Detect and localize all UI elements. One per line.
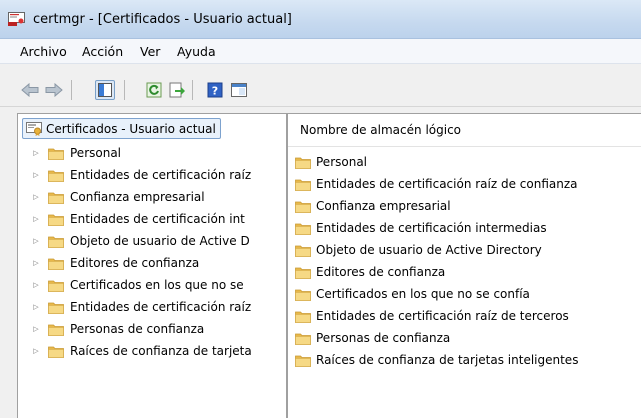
- properties-pane-icon[interactable]: [229, 80, 249, 100]
- tree-item[interactable]: ▷ Objeto de usuario de Active D: [18, 231, 286, 251]
- list-item-label: Personal: [316, 155, 368, 169]
- tree-item-label: Editores de confianza: [70, 256, 200, 270]
- list-item-label: Personas de confianza: [316, 331, 451, 345]
- toolbar-separator: [124, 80, 125, 100]
- menu-archivo[interactable]: Archivo: [20, 44, 67, 59]
- details-list: Nombre de almacén lógico Personal Entida…: [287, 113, 641, 418]
- tree-item-label: Entidades de certificación raíz: [70, 168, 252, 182]
- list-item[interactable]: Entidades de certificación raíz de confi…: [295, 174, 578, 194]
- tree-item[interactable]: ▷ Certificados en los que no se: [18, 275, 286, 295]
- toolbar-separator: [192, 80, 193, 100]
- list-item-label: Entidades de certificación raíz de terce…: [316, 309, 569, 323]
- tree-item[interactable]: ▷ Confianza empresarial: [18, 187, 286, 207]
- tree-item-label: Entidades de certificación raíz: [70, 300, 252, 314]
- tree-item-label: Personal: [70, 146, 122, 160]
- expand-arrow-icon[interactable]: ▷: [32, 237, 40, 245]
- folder-icon: [295, 288, 311, 301]
- menu-ayuda[interactable]: Ayuda: [177, 44, 216, 59]
- list-item[interactable]: Editores de confianza: [295, 262, 445, 282]
- list-item[interactable]: Entidades de certificación raíz de terce…: [295, 306, 569, 326]
- expand-arrow-icon[interactable]: ▷: [32, 303, 40, 311]
- list-item[interactable]: Raíces de confianza de tarjetas intelige…: [295, 350, 578, 370]
- tree-item-label: Personas de confianza: [70, 322, 205, 336]
- folder-icon: [48, 257, 64, 270]
- svg-text:?: ?: [212, 85, 218, 98]
- tree-item[interactable]: ▷ Editores de confianza: [18, 253, 286, 273]
- folder-icon: [48, 323, 64, 336]
- window-title: certmgr - [Certificados - Usuario actual…: [33, 12, 292, 27]
- list-item[interactable]: Personal: [295, 152, 367, 172]
- title-bar: certmgr - [Certificados - Usuario actual…: [0, 0, 641, 39]
- forward-arrow-icon[interactable]: [44, 80, 64, 100]
- expand-arrow-icon[interactable]: ▷: [32, 215, 40, 223]
- back-arrow-icon[interactable]: [20, 80, 40, 100]
- list-item-label: Entidades de certificación raíz de confi…: [316, 177, 578, 191]
- tree-item[interactable]: ▷ Personas de confianza: [18, 319, 286, 339]
- folder-icon: [48, 279, 64, 292]
- folder-icon: [295, 178, 311, 191]
- tree-root-label: Certificados - Usuario actual: [46, 121, 216, 136]
- help-icon[interactable]: ?: [205, 80, 225, 100]
- expand-arrow-icon[interactable]: ▷: [32, 325, 40, 333]
- toolbar: ?: [0, 64, 641, 107]
- tree-item[interactable]: ▷ Entidades de certificación int: [18, 209, 286, 229]
- tree-item[interactable]: ▷ Entidades de certificación raíz: [18, 297, 286, 317]
- expand-arrow-icon[interactable]: ▷: [32, 149, 40, 157]
- folder-icon: [295, 244, 311, 257]
- folder-icon: [48, 169, 64, 182]
- folder-icon: [48, 191, 64, 204]
- menu-bar: Archivo Acción Ver Ayuda: [0, 39, 641, 64]
- folder-icon: [295, 222, 311, 235]
- certificate-manager-icon: [8, 12, 25, 26]
- column-header-label: Nombre de almacén lógico: [300, 123, 462, 137]
- list-item[interactable]: Confianza empresarial: [295, 196, 451, 216]
- export-list-icon[interactable]: [167, 80, 187, 100]
- expand-arrow-icon[interactable]: ▷: [32, 171, 40, 179]
- folder-icon: [295, 354, 311, 367]
- console-tree: Certificados - Usuario actual ▷ Personal…: [17, 113, 287, 418]
- folder-icon: [48, 235, 64, 248]
- tree-item-label: Entidades de certificación int: [70, 212, 245, 226]
- show-hide-tree-icon[interactable]: [95, 80, 115, 100]
- expand-arrow-icon[interactable]: ▷: [32, 347, 40, 355]
- folder-icon: [48, 213, 64, 226]
- folder-icon: [48, 147, 64, 160]
- column-header[interactable]: Nombre de almacén lógico: [288, 114, 641, 147]
- tree-item[interactable]: ▷ Entidades de certificación raíz: [18, 165, 286, 185]
- list-item-label: Objeto de usuario de Active Directory: [316, 243, 542, 257]
- toolbar-separator: [71, 80, 72, 100]
- expand-arrow-icon[interactable]: ▷: [32, 259, 40, 267]
- tree-item-label: Confianza empresarial: [70, 190, 205, 204]
- list-item[interactable]: Personas de confianza: [295, 328, 450, 348]
- folder-icon: [295, 156, 311, 169]
- folder-icon: [295, 310, 311, 323]
- folder-icon: [295, 332, 311, 345]
- list-item-label: Raíces de confianza de tarjetas intelige…: [316, 353, 579, 367]
- list-item-label: Certificados en los que no se confía: [316, 287, 530, 301]
- folder-icon: [48, 345, 64, 358]
- tree-root-item[interactable]: Certificados - Usuario actual: [22, 118, 221, 139]
- list-item-label: Entidades de certificación intermedias: [316, 221, 547, 235]
- folder-icon: [295, 200, 311, 213]
- tree-item-label: Certificados en los que no se: [70, 278, 244, 292]
- tree-item[interactable]: ▷ Personal: [18, 143, 286, 163]
- list-item[interactable]: Objeto de usuario de Active Directory: [295, 240, 542, 260]
- tree-item[interactable]: ▷ Raíces de confianza de tarjeta: [18, 341, 286, 361]
- tree-item-label: Objeto de usuario de Active D: [70, 234, 250, 248]
- list-item[interactable]: Entidades de certificación intermedias: [295, 218, 547, 238]
- expand-arrow-icon[interactable]: ▷: [32, 193, 40, 201]
- tree-item-label: Raíces de confianza de tarjeta: [70, 344, 252, 358]
- certificate-store-icon: [26, 121, 42, 136]
- list-item-label: Editores de confianza: [316, 265, 446, 279]
- list-item-label: Confianza empresarial: [316, 199, 451, 213]
- expand-arrow-icon[interactable]: ▷: [32, 281, 40, 289]
- folder-icon: [295, 266, 311, 279]
- menu-ver[interactable]: Ver: [140, 44, 160, 59]
- folder-icon: [48, 301, 64, 314]
- refresh-icon[interactable]: [144, 80, 164, 100]
- menu-accion[interactable]: Acción: [82, 44, 123, 59]
- list-item[interactable]: Certificados en los que no se confía: [295, 284, 530, 304]
